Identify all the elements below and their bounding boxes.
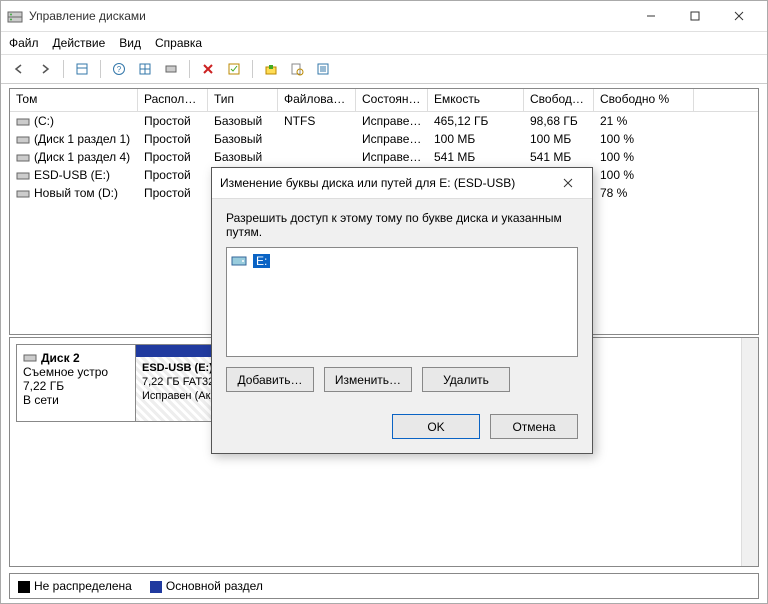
dialog-prompt: Разрешить доступ к этому тому по букве д…: [226, 211, 578, 239]
col-type[interactable]: Тип: [208, 89, 278, 111]
dialog-close-button[interactable]: [552, 171, 584, 195]
disk-name: Диск 2: [41, 351, 80, 365]
properties-icon[interactable]: [285, 57, 309, 81]
drive-icon: [231, 254, 249, 268]
back-button[interactable]: [7, 57, 31, 81]
toolbar-view-button[interactable]: [70, 57, 94, 81]
column-headers: Том Располо… Тип Файловая с… Состояние Е…: [10, 89, 758, 112]
toolbar: ?: [1, 55, 767, 84]
change-drive-letter-dialog: Изменение буквы диска или путей для E: (…: [211, 167, 593, 454]
disk-status: В сети: [23, 393, 129, 407]
legend-unalloc: Не распределена: [34, 579, 132, 593]
menu-view[interactable]: Вид: [119, 36, 141, 50]
table-row[interactable]: (Диск 1 раздел 4)ПростойБазовыйИсправен……: [10, 148, 758, 166]
col-pct[interactable]: Свободно %: [594, 89, 694, 111]
menu-file[interactable]: Файл: [9, 36, 39, 50]
disk-header[interactable]: Диск 2 Съемное устро 7,22 ГБ В сети: [16, 344, 136, 422]
toolbar-list-button[interactable]: [311, 57, 335, 81]
ok-button[interactable]: OK: [392, 414, 480, 439]
forward-button[interactable]: [33, 57, 57, 81]
col-capacity[interactable]: Емкость: [428, 89, 524, 111]
vol-title: ESD-USB (E:): [142, 362, 213, 374]
legend-primary: Основной раздел: [166, 579, 263, 593]
window-title: Управление дисками: [29, 9, 629, 23]
maximize-button[interactable]: [673, 2, 717, 30]
toolbar-disk-button[interactable]: [159, 57, 183, 81]
vol-line3: Исправен (Ак: [142, 390, 210, 402]
toolbar-grid-button[interactable]: [133, 57, 157, 81]
remove-button[interactable]: Удалить: [422, 367, 510, 392]
menu-help[interactable]: Справка: [155, 36, 202, 50]
col-fs[interactable]: Файловая с…: [278, 89, 356, 111]
delete-icon[interactable]: [196, 57, 220, 81]
list-item[interactable]: E:: [231, 252, 573, 270]
app-icon: [7, 8, 23, 24]
drive-letter: E:: [253, 254, 270, 268]
svg-text:?: ?: [117, 65, 122, 74]
col-volume[interactable]: Том: [10, 89, 138, 111]
dialog-titlebar[interactable]: Изменение буквы диска или путей для E: (…: [212, 168, 592, 199]
titlebar[interactable]: Управление дисками: [1, 1, 767, 32]
toolbar-folder-button[interactable]: [259, 57, 283, 81]
scrollbar[interactable]: [741, 338, 758, 566]
vol-line2: 7,22 ГБ FAT32: [142, 376, 214, 388]
check-icon[interactable]: [222, 57, 246, 81]
col-free[interactable]: Свобод…: [524, 89, 594, 111]
disk-management-window: Управление дисками Файл Действие Вид Спр…: [0, 0, 768, 604]
disk-icon: [23, 352, 37, 364]
menubar: Файл Действие Вид Справка: [1, 32, 767, 55]
close-button[interactable]: [717, 2, 761, 30]
change-button[interactable]: Изменить…: [324, 367, 412, 392]
col-layout[interactable]: Располо…: [138, 89, 208, 111]
help-icon[interactable]: ?: [107, 57, 131, 81]
drive-letter-list[interactable]: E:: [226, 247, 578, 357]
minimize-button[interactable]: [629, 2, 673, 30]
dialog-title: Изменение буквы диска или путей для E: (…: [220, 176, 552, 190]
table-row[interactable]: (Диск 1 раздел 1)ПростойБазовыйИсправен……: [10, 130, 758, 148]
col-status[interactable]: Состояние: [356, 89, 428, 111]
cancel-button[interactable]: Отмена: [490, 414, 578, 439]
table-row[interactable]: (C:)ПростойБазовыйNTFSИсправен…465,12 ГБ…: [10, 112, 758, 130]
disk-size: 7,22 ГБ: [23, 379, 129, 393]
menu-action[interactable]: Действие: [53, 36, 106, 50]
disk-type: Съемное устро: [23, 365, 129, 379]
legend: Не распределена Основной раздел: [9, 573, 759, 599]
add-button[interactable]: Добавить…: [226, 367, 314, 392]
